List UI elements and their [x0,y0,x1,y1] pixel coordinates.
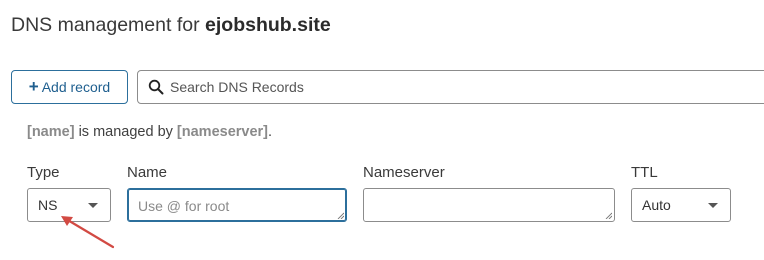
chevron-down-icon [88,202,98,208]
ttl-select[interactable]: Auto [631,188,731,222]
type-select-value: NS [38,197,58,213]
notice-end: . [268,124,273,140]
annotation-arrow-icon [61,216,115,249]
add-record-button[interactable]: + Add record [11,70,128,104]
nameserver-field[interactable] [363,188,615,222]
nameserver-input[interactable] [364,189,614,221]
search-input[interactable] [170,79,764,95]
notice-middle: is managed by [74,124,177,140]
name-label: Name [127,164,168,181]
nameserver-token: [nameserver] [176,124,268,140]
type-label: Type [27,164,60,181]
plus-icon: + [28,77,39,96]
name-field[interactable] [127,188,347,222]
domain-name: ejobshub.site [205,14,331,36]
name-input[interactable] [128,189,346,221]
add-record-label: Add record [41,79,111,95]
ttl-label: TTL [631,164,658,181]
page-title: DNS management for ejobshub.site [11,14,331,37]
name-token: [name] [27,124,75,140]
ttl-select-value: Auto [642,197,671,213]
resize-handle-icon[interactable] [337,212,344,219]
page-title-prefix: DNS management for [11,14,206,36]
search-box[interactable] [137,70,764,104]
nameserver-label: Nameserver [363,164,445,181]
search-icon [148,79,164,95]
chevron-down-icon [708,202,718,208]
managed-notice: [name] is managed by [nameserver]. [27,124,272,140]
resize-handle-icon[interactable] [605,212,612,219]
